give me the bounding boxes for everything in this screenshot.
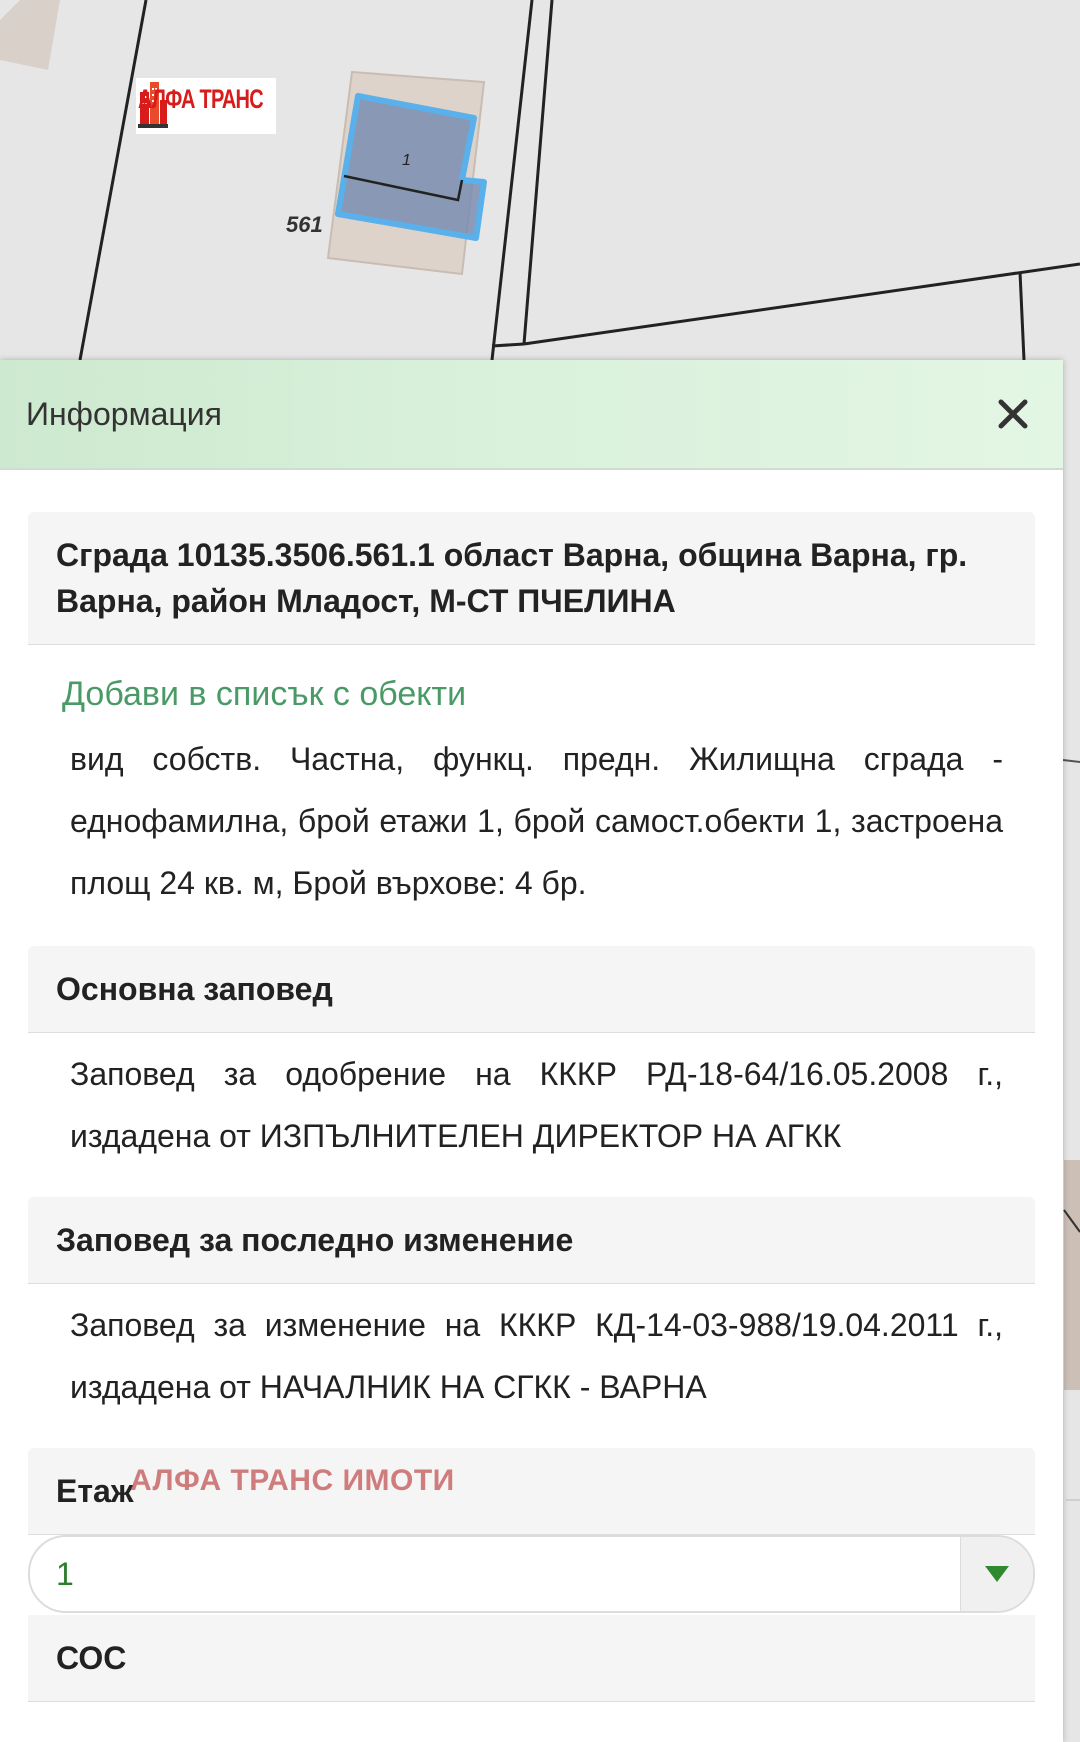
last-change-text: Заповед за изменение на КККР КД-14-03-98… [70,1307,1003,1405]
building-number-label: 1 [402,152,411,169]
info-panel: Информация Сграда 10135.3506.561.1 облас… [0,360,1063,1742]
building-description: вид собств. Частна, функц. предн. Жилищн… [70,741,1003,901]
main-order-heading: Основна заповед [28,946,1035,1033]
building-heading: Сграда 10135.3506.561.1 област Варна, об… [28,512,1035,645]
last-change-heading: Заповед за последно изменение [28,1197,1035,1284]
floor-select[interactable]: 1 [28,1535,1035,1613]
panel-header: Информация [0,360,1063,470]
logo-text: АЛФА ТРАНС [138,83,264,114]
triangle-down-icon [985,1566,1009,1582]
parcel-number-label: 561 [286,212,323,237]
add-to-list-link[interactable]: Добави в списък с обекти [62,675,1063,714]
close-button[interactable] [983,384,1043,444]
close-icon [998,399,1028,429]
floor-select-toggle[interactable] [960,1537,1033,1611]
watermark-text: АЛФА ТРАНС ИМОТИ [130,1464,455,1497]
main-order-text: Заповед за одобрение на КККР РД-18-64/16… [70,1056,1003,1154]
sos-heading: СОС [28,1615,1035,1702]
alfa-trans-logo: АЛФА ТРАНС [136,78,276,134]
panel-title: Информация [26,395,222,432]
floor-select-value: 1 [56,1555,74,1592]
